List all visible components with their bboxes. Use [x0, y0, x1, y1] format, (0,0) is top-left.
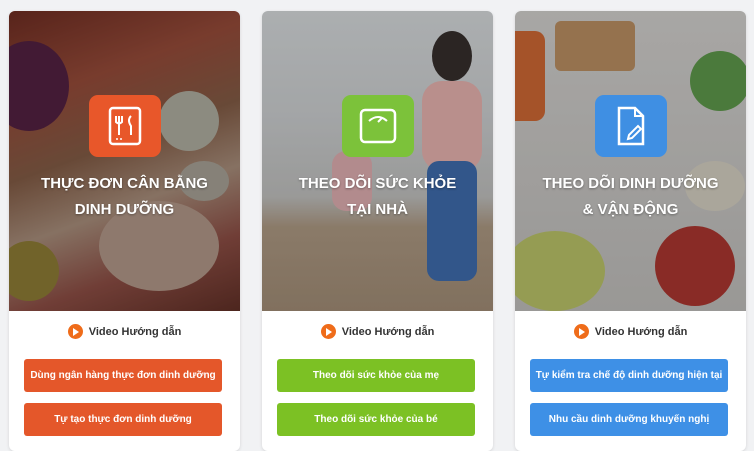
scale-icon [341, 95, 414, 157]
video-guide-label: Video Hướng dẫn [341, 325, 435, 338]
use-menu-bank-button[interactable]: Dùng ngân hàng thực đơn dinh dưỡng [24, 359, 222, 392]
video-guide-label: Video Hướng dẫn [88, 325, 182, 338]
video-guide-label: Video Hướng dẫn [594, 325, 688, 338]
hero-image-mother-child: Theo dõi sức khỏe tại nhà [262, 11, 493, 311]
document-edit-icon [594, 95, 667, 157]
video-guide-link[interactable]: Video Hướng dẫn [262, 324, 493, 339]
hero-image-food: Thực đơn cân bằng dinh dưỡng [9, 11, 240, 311]
play-icon [573, 324, 589, 339]
play-icon [320, 324, 336, 339]
card-title: Theo dõi sức khỏe tại nhà [298, 175, 457, 218]
track-mother-health-button[interactable]: Theo dõi sức khỏe của mẹ [277, 359, 475, 392]
video-guide-link[interactable]: Video Hướng dẫn [9, 324, 240, 339]
hero-image-healthy-food: Theo dõi dinh dưỡng & vận động [515, 11, 746, 311]
card-title: Thực đơn cân bằng dinh dưỡng [41, 175, 208, 218]
card-title: Theo dõi dinh dưỡng & vận động [542, 175, 719, 218]
check-current-nutrition-button[interactable]: Tự kiểm tra chế độ dinh dưỡng hiện tại [530, 359, 728, 392]
feature-cards: Thực đơn cân bằng dinh dưỡng Video Hướng… [0, 0, 754, 451]
card-nutrition-menu: Thực đơn cân bằng dinh dưỡng Video Hướng… [9, 11, 240, 451]
card-nutrition-activity: Theo dõi dinh dưỡng & vận động Video Hướ… [515, 11, 746, 451]
play-icon [67, 324, 83, 339]
menu-cutlery-icon [88, 95, 161, 157]
recommended-nutrition-button[interactable]: Nhu cầu dinh dưỡng khuyến nghị [530, 403, 728, 436]
create-menu-button[interactable]: Tự tạo thực đơn dinh dưỡng [24, 403, 222, 436]
track-baby-health-button[interactable]: Theo dõi sức khỏe của bé [277, 403, 475, 436]
card-home-health: Theo dõi sức khỏe tại nhà Video Hướng dẫ… [262, 11, 493, 451]
video-guide-link[interactable]: Video Hướng dẫn [515, 324, 746, 339]
